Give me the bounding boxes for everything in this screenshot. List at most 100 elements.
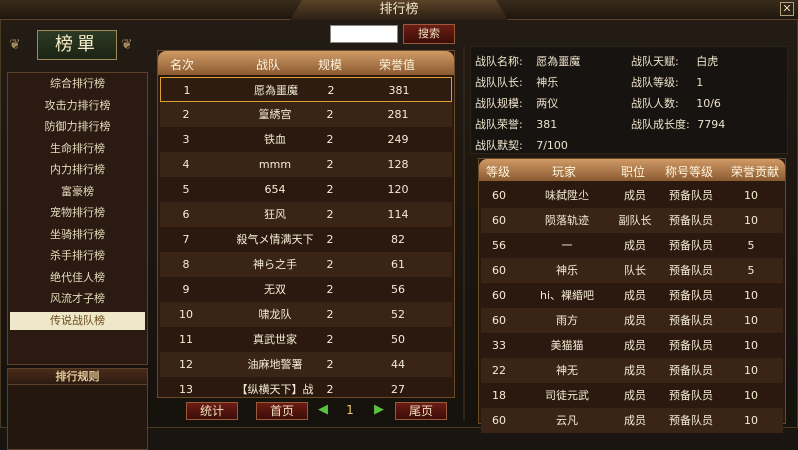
prev-page-icon[interactable]: ◀ — [318, 402, 330, 418]
title-bar: 排行榜 ✕ — [0, 0, 798, 20]
member-row[interactable]: 60 雨方 成员 预备队员 10 — [481, 308, 783, 333]
cell-size: 2 — [327, 84, 335, 97]
stats-button[interactable]: 统计 — [186, 402, 238, 420]
cell-size: 2 — [326, 383, 334, 396]
sidebar-item[interactable]: 风流才子榜 — [8, 288, 147, 310]
ranking-rows: 1 愿為噩魔 2 381 2 篁綉宫 2 281 3 铁血 2 249 4 mmm 2 128 5 654 2 120… — [160, 77, 452, 402]
next-page-icon[interactable]: ▶ — [374, 402, 386, 418]
cell-position: 成员 — [624, 389, 646, 402]
member-row[interactable]: 60 神乐 队长 预备队员 5 — [481, 258, 783, 283]
cell-size: 2 — [326, 283, 334, 296]
team-count-label: 战队人数: — [631, 97, 679, 110]
column-header-player: 玩家 — [551, 165, 576, 179]
member-rows: 60 味弑陞尐 成员 预备队员 10 60 陨落轨迹 副队长 预备队员 10 56 一成员 预备队员 5 6… — [481, 183, 783, 433]
cell-rank: 1 — [183, 84, 191, 97]
first-page-button[interactable]: 首页 — [256, 402, 308, 420]
table-row[interactable]: 4 mmm 2 128 — [160, 152, 452, 177]
cell-player: 神乐 — [556, 264, 578, 277]
team-name: 战队名称: 愿為噩魔 — [475, 53, 580, 69]
table-row[interactable]: 3 铁血 2 249 — [160, 127, 452, 152]
cell-honor: 56 — [391, 283, 405, 296]
rules-button[interactable]: 排行规则 — [8, 369, 147, 385]
ornament-icon: ❦ — [121, 37, 133, 53]
table-row[interactable]: 11 真武世家 2 50 — [160, 327, 452, 352]
team-name-value: 愿為噩魔 — [536, 55, 581, 68]
cell-level: 60 — [492, 289, 506, 302]
cell-title: 预备队员 — [669, 414, 713, 427]
ranking-header: 名次 战队 规模 荣誉值 — [158, 51, 454, 75]
sidebar-item[interactable]: 宠物排行榜 — [8, 202, 147, 224]
team-count-value: 10/6 — [696, 97, 721, 110]
team-level-value: 1 — [696, 76, 704, 89]
cell-position: 成员 — [624, 339, 646, 352]
cell-size: 2 — [326, 358, 334, 371]
table-row[interactable]: 13 【纵横天下】战 2 27 — [160, 377, 452, 402]
cell-honor: 249 — [387, 133, 409, 146]
table-row[interactable]: 12 油麻地警署 2 44 — [160, 352, 452, 377]
team-count: 战队人数: 10/6 — [631, 95, 721, 111]
sidebar-item[interactable]: 富豪榜 — [8, 181, 147, 203]
team-talent-label: 战队天赋: — [631, 55, 679, 68]
cell-contrib: 5 — [747, 264, 755, 277]
table-row[interactable]: 10 啸龙队 2 52 — [160, 302, 452, 327]
table-row[interactable]: 7 殺气メ情满天下 2 82 — [160, 227, 452, 252]
cell-honor: 61 — [391, 258, 405, 271]
cell-level: 60 — [492, 414, 506, 427]
sidebar-item[interactable]: 绝代佳人榜 — [8, 267, 147, 289]
team-growth-label: 战队成长度: — [631, 118, 690, 131]
member-row[interactable]: 18 司徒元武 成员 预备队员 10 — [481, 383, 783, 408]
member-row[interactable]: 56 一 成员 预备队员 5 — [481, 233, 783, 258]
team-talent-value: 白虎 — [696, 55, 719, 68]
table-row[interactable]: 6 狂风 2 114 — [160, 202, 452, 227]
cell-size: 2 — [326, 333, 334, 346]
last-page-button[interactable]: 尾页 — [395, 402, 447, 420]
sidebar-item[interactable]: 生命排行榜 — [8, 138, 147, 160]
cell-contrib: 10 — [744, 364, 758, 377]
window-title: 排行榜 — [290, 0, 508, 20]
cell-title: 预备队员 — [669, 364, 713, 377]
member-row[interactable]: 60 云凡 成员 预备队员 10 — [481, 408, 783, 433]
table-row[interactable]: 5 654 2 120 — [160, 177, 452, 202]
table-row[interactable]: 2 篁綉宫 2 281 — [160, 102, 452, 127]
column-header-honor: 荣誉值 — [378, 58, 415, 72]
close-icon[interactable]: ✕ — [780, 2, 794, 16]
member-row[interactable]: 60 hi、裸緍吧 成员 预备队员 10 — [481, 283, 783, 308]
team-level: 战队等级: 1 — [631, 74, 703, 90]
team-scale: 战队规模: 两仪 — [475, 95, 558, 111]
cell-title: 预备队员 — [669, 314, 713, 327]
ranking-table: 名次 战队 规模 荣誉值 1 愿為噩魔 2 381 2 篁綉宫 2 281 3 铁血 2 249 4 mm… — [157, 50, 455, 398]
cell-contrib: 10 — [744, 214, 758, 227]
cell-honor: 120 — [387, 183, 409, 196]
table-row[interactable]: 9 无双 2 56 — [160, 277, 452, 302]
member-row[interactable]: 60 味弑陞尐 成员 预备队员 10 — [481, 183, 783, 208]
member-row[interactable]: 22 神无 成员 预备队员 10 — [481, 358, 783, 383]
cell-contrib: 10 — [744, 389, 758, 402]
cell-rank: 8 — [182, 258, 190, 271]
cell-player: 一 — [561, 239, 573, 252]
sidebar: ❦ 榜單 ❦ 综合排行榜 攻击力排行榜 防御力排行榜 生命排行榜 内力排行榜 富豪榜 宠物排… — [7, 30, 148, 450]
sidebar-item[interactable]: 综合排行榜 — [8, 73, 147, 95]
member-row[interactable]: 33 美猫猫 成员 预备队员 10 — [481, 333, 783, 358]
sidebar-item[interactable]: 内力排行榜 — [8, 159, 147, 181]
rules-box: 排行规则 — [7, 368, 148, 450]
search-button[interactable]: 搜索 — [403, 24, 455, 44]
table-row[interactable]: 1 愿為噩魔 2 381 — [160, 77, 452, 102]
sidebar-item[interactable]: 传说战队榜 — [10, 311, 145, 330]
team-honor: 战队荣誉: 381 — [475, 116, 557, 132]
sidebar-item[interactable]: 防御力排行榜 — [8, 116, 147, 138]
table-row[interactable]: 8 神ら之手 2 61 — [160, 252, 452, 277]
cell-position: 成员 — [624, 289, 646, 302]
team-talent: 战队天赋: 白虎 — [631, 53, 718, 69]
sidebar-item[interactable]: 坐骑排行榜 — [8, 224, 147, 246]
cell-position: 副队长 — [618, 214, 652, 227]
team-honor-value: 381 — [536, 118, 558, 131]
cell-position: 成员 — [624, 414, 646, 427]
cell-title: 预备队员 — [669, 289, 713, 302]
member-row[interactable]: 60 陨落轨迹 副队长 预备队员 10 — [481, 208, 783, 233]
sidebar-item[interactable]: 攻击力排行榜 — [8, 95, 147, 117]
search-input[interactable] — [330, 25, 398, 43]
cell-title: 预备队员 — [669, 339, 713, 352]
sidebar-item[interactable]: 杀手排行榜 — [8, 245, 147, 267]
cell-title: 预备队员 — [669, 214, 713, 227]
cell-player: 雨方 — [556, 314, 578, 327]
